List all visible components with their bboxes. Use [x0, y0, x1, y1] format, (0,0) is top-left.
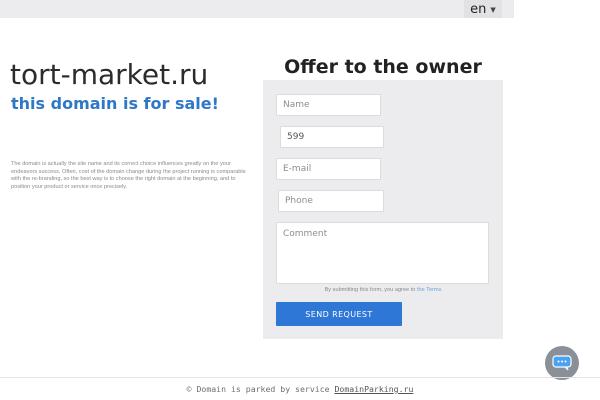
domain-description: The domain is actually the site name and… — [11, 161, 246, 190]
captcha-field[interactable] — [280, 126, 384, 148]
chevron-down-icon: ▼ — [490, 5, 496, 14]
footer-link[interactable]: DomainParking.ru — [335, 384, 414, 394]
top-bar — [0, 0, 514, 18]
comment-field[interactable] — [276, 222, 489, 284]
language-selector[interactable]: en ▼ — [464, 0, 502, 18]
footer-divider — [0, 377, 600, 378]
footer: © Domain is parked by service DomainPark… — [0, 384, 600, 394]
email-field[interactable] — [276, 158, 381, 180]
offer-form: By submitting this form, you agree to th… — [263, 80, 503, 339]
language-label: en — [470, 1, 487, 17]
phone-field[interactable] — [278, 190, 384, 212]
terms-notice: By submitting this form, you agree to th… — [263, 287, 503, 293]
chat-button[interactable] — [545, 346, 579, 380]
offer-title: Offer to the owner — [284, 56, 482, 78]
name-field[interactable] — [276, 94, 381, 116]
footer-text: © Domain is parked by service — [186, 384, 330, 394]
chat-bubble-icon — [552, 355, 572, 371]
domain-name: tort-market.ru — [10, 58, 209, 91]
terms-text: By submitting this form, you agree to — [324, 287, 416, 293]
send-request-button[interactable]: SEND REQUEST — [276, 302, 402, 326]
for-sale-heading: this domain is for sale! — [11, 94, 219, 113]
terms-link[interactable]: the Terms — [417, 287, 441, 293]
